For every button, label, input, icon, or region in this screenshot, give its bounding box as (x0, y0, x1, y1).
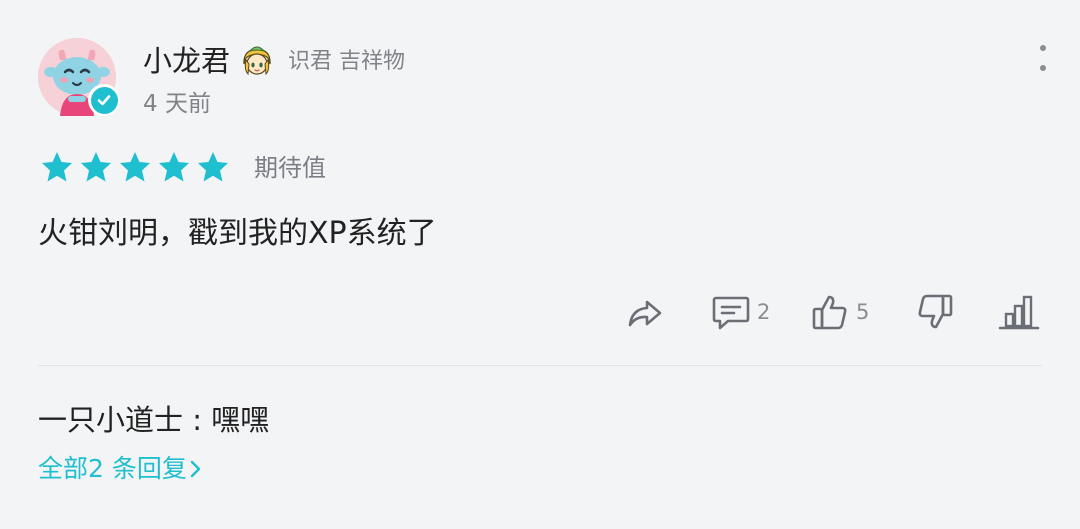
star-filled-icon (81, 152, 111, 182)
star-rating (40, 150, 230, 184)
comment-button[interactable]: 2 (711, 290, 770, 334)
more-dot-icon (1040, 65, 1046, 71)
thumbs-up-icon (812, 295, 847, 330)
comment-card: 小龙君 识君 吉祥物 4 天前 期待值 火钳刘明，戳到我的XP系统了 2 5 一… (0, 0, 1080, 529)
bar-chart-icon (998, 295, 1040, 330)
star-filled-icon (198, 152, 228, 182)
dislike-button[interactable] (915, 290, 955, 334)
like-count: 5 (856, 300, 870, 324)
comment-count: 2 (757, 300, 771, 324)
more-dot-icon (1040, 45, 1046, 51)
verified-badge (88, 84, 120, 116)
reply-preview[interactable]: 一只小道士 : 嘿嘿 (38, 400, 269, 440)
post-timestamp: 4 天前 (143, 91, 211, 117)
view-all-replies-link[interactable]: 全部2 条回复 (38, 452, 203, 486)
star-filled-icon (159, 152, 189, 182)
divider (38, 365, 1042, 366)
more-options-button[interactable] (1028, 42, 1058, 74)
star-filled-icon (42, 152, 72, 182)
share-button[interactable] (625, 290, 665, 334)
thumbs-down-icon (918, 294, 953, 329)
view-all-replies-label: 全部2 条回复 (38, 454, 187, 483)
user-title-tag: 识君 吉祥物 (288, 49, 405, 74)
share-icon (628, 300, 662, 327)
comment-icon (712, 296, 750, 330)
user-badge-icon (240, 44, 274, 78)
chevron-right-icon (190, 460, 201, 478)
stats-button[interactable] (998, 290, 1040, 334)
check-icon (97, 95, 111, 106)
username[interactable]: 小龙君 (143, 42, 230, 80)
star-filled-icon (120, 152, 150, 182)
comment-text: 火钳刘明，戳到我的XP系统了 (38, 216, 437, 251)
rating-label: 期待值 (254, 154, 326, 182)
like-button[interactable]: 5 (810, 290, 869, 334)
